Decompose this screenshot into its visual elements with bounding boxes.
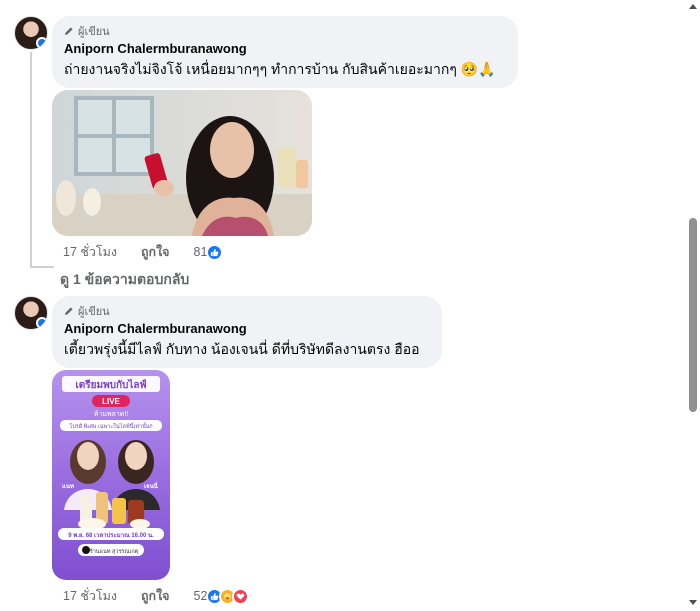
reaction-count[interactable]: 52	[194, 589, 208, 603]
like-icon[interactable]	[206, 243, 224, 261]
like-button[interactable]: ถูกใจ	[141, 586, 170, 606]
poster-subline: ห้ามพลาด!!	[94, 410, 128, 418]
poster-name-left: แนท	[62, 483, 74, 490]
poster-tiktok: ร้านแนท สุวรรณเกตุ	[90, 548, 139, 555]
avatar[interactable]	[14, 296, 48, 330]
author-name[interactable]: Aniporn Chalermburanawong	[64, 40, 506, 57]
comment-bubble: ผู้เขียน Aniporn Chalermburanawong ถ่ายง…	[52, 16, 518, 88]
comment-actions: 17 ชั่วโมง ถูกใจ 52	[63, 586, 250, 606]
reaction-count[interactable]: 81	[194, 245, 208, 259]
thread-line-elbow	[30, 266, 54, 268]
author-role-label: ผู้เขียน	[78, 306, 110, 318]
poster-promo: โปรดี พิเศษ เฉพาะในไลฟ์นี้เท่านั้น!!	[69, 422, 153, 430]
thread-line	[30, 52, 32, 268]
photo-image	[52, 90, 312, 236]
pencil-icon	[65, 27, 73, 35]
author-role-label: ผู้เขียน	[78, 26, 110, 38]
scroll-down-arrow[interactable]	[689, 600, 697, 605]
comment-photo[interactable]	[52, 90, 312, 236]
poster-live-label: LIVE	[102, 397, 120, 406]
comment-text: เตี้ยวพรุ่งนี้มีไลฟ์ กับทาง น้องเจนนี่ ด…	[64, 341, 420, 357]
pencil-icon	[65, 307, 73, 315]
online-badge	[36, 317, 47, 329]
poster-headline: เตรียมพบกับไลฟ์	[75, 378, 146, 391]
comment-actions: 17 ชั่วโมง ถูกใจ 81	[63, 242, 224, 262]
comment-time[interactable]: 17 ชั่วโมง	[63, 586, 117, 606]
scrollbar[interactable]	[686, 0, 700, 611]
comment-text: ถ่ายงานจริงไม่จิงโจ้ เหนื่อยมากๆๆ ทำการบ…	[64, 61, 496, 77]
like-button[interactable]: ถูกใจ	[141, 242, 170, 262]
poster-image: เตรียมพบกับไลฟ์ LIVE ห้ามพลาด!! โปรดี พิ…	[52, 370, 170, 580]
comment-poster[interactable]: เตรียมพบกับไลฟ์ LIVE ห้ามพลาด!! โปรดี พิ…	[52, 370, 170, 580]
comment-bubble: ผู้เขียน Aniporn Chalermburanawong เตี้ย…	[52, 296, 442, 368]
author-name[interactable]: Aniporn Chalermburanawong	[64, 320, 430, 337]
love-icon[interactable]	[232, 587, 250, 605]
scroll-up-arrow[interactable]	[689, 4, 697, 9]
view-replies-link[interactable]: ดู 1 ข้อความตอบกลับ	[60, 269, 189, 291]
online-badge	[36, 37, 47, 49]
scroll-thumb[interactable]	[689, 218, 697, 412]
poster-date: 9 พ.ย. 68 เวลาประมาณ 16.00 น.	[68, 531, 154, 539]
comment-time[interactable]: 17 ชั่วโมง	[63, 242, 117, 262]
author-role: ผู้เขียน	[64, 303, 430, 319]
avatar[interactable]	[14, 16, 48, 50]
author-role: ผู้เขียน	[64, 23, 506, 39]
